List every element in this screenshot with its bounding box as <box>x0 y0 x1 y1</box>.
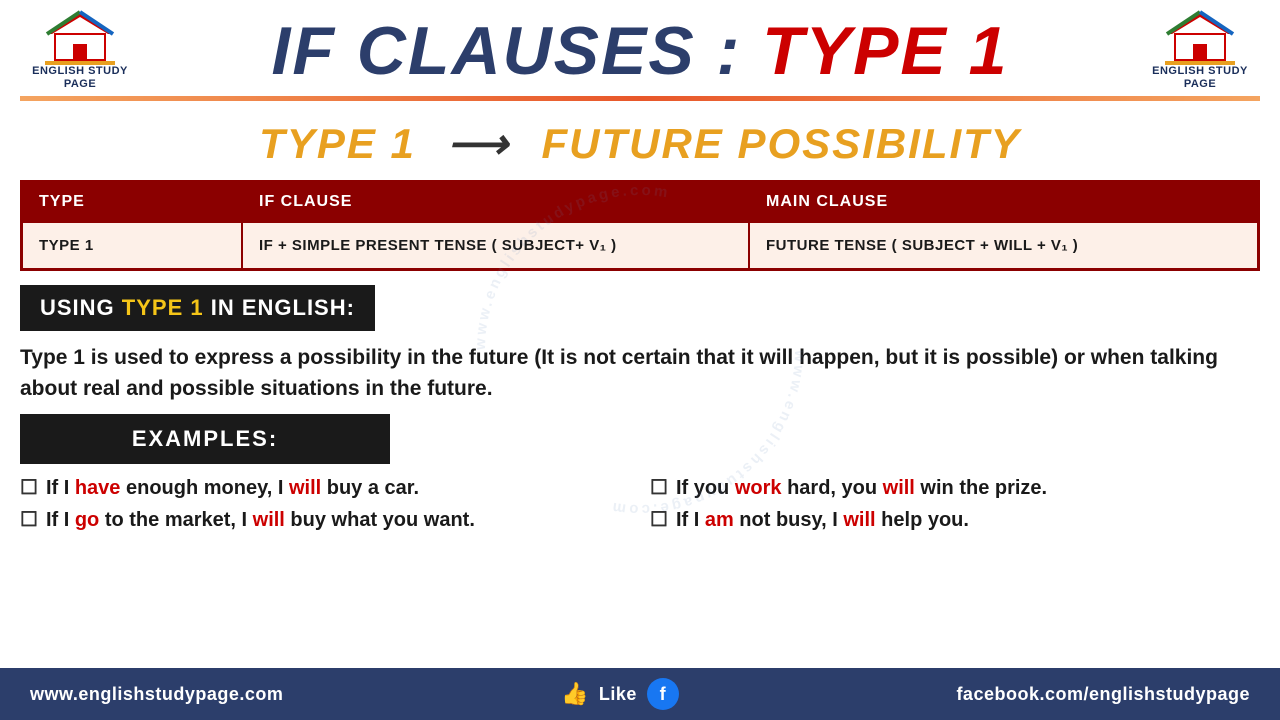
using-prefix: USING <box>40 295 122 320</box>
checkbox-1: ☐ <box>20 474 38 502</box>
using-section: USING TYPE 1 IN ENGLISH: <box>20 285 1260 331</box>
row-type: TYPE 1 <box>23 223 243 268</box>
title-type1: TYPE 1 <box>762 13 1008 89</box>
main-title: IF CLAUSES : TYPE 1 <box>140 17 1140 85</box>
examples-section: ☐ If I have enough money, I will buy a c… <box>20 474 1260 534</box>
logo-house-right <box>1165 10 1235 65</box>
logo-text-right: ENGLISH STUDY PAGE <box>1152 65 1248 91</box>
example-4-text: If I am not busy, I will help you. <box>676 506 969 534</box>
example-3-text: If I go to the market, I will buy what y… <box>46 506 475 534</box>
title-part1: IF CLAUSES : <box>271 13 762 89</box>
using-suffix: IN ENGLISH: <box>204 295 355 320</box>
using-type1: TYPE 1 <box>122 295 204 320</box>
col-if-clause: IF CLAUSE <box>243 183 750 221</box>
ex4-verb: am <box>705 509 734 531</box>
row-if-clause: IF + SIMPLE PRESENT TENSE ( SUBJECT+ V₁ … <box>243 223 750 268</box>
checkbox-3: ☐ <box>20 506 38 534</box>
ex3-will: will <box>253 509 285 531</box>
subtitle-arrow: ⟶ <box>448 120 524 167</box>
description-text: Type 1 is used to express a possibility … <box>20 343 1260 404</box>
logo-right: ENGLISH STUDY PAGE <box>1140 10 1260 91</box>
example-4: ☐ If I am not busy, I will help you. <box>650 506 1260 534</box>
col-type: TYPE <box>23 183 243 221</box>
example-3: ☐ If I go to the market, I will buy what… <box>20 506 630 534</box>
ex2-will: will <box>883 477 915 499</box>
like-section: 👍 Like f <box>561 678 679 710</box>
footer: www.englishstudypage.com 👍 Like f facebo… <box>0 668 1280 720</box>
footer-facebook: facebook.com/englishstudypage <box>956 684 1250 705</box>
thumbs-up-icon: 👍 <box>561 681 589 707</box>
ex1-will: will <box>289 477 321 499</box>
logo-text-left: ENGLISH STUDY PAGE <box>32 65 128 91</box>
ex4-will: will <box>843 509 875 531</box>
ex3-verb: go <box>75 509 99 531</box>
checkbox-2: ☐ <box>650 474 668 502</box>
col-main-clause: MAIN CLAUSE <box>750 183 1257 221</box>
ex2-verb: work <box>735 477 782 499</box>
logo-house-left <box>45 10 115 65</box>
row-main-clause: FUTURE TENSE ( SUBJECT + WILL + V₁ ) <box>750 223 1257 268</box>
like-label: Like <box>599 684 637 705</box>
example-2: ☐ If you work hard, you will win the pri… <box>650 474 1260 502</box>
grammar-table: TYPE IF CLAUSE MAIN CLAUSE TYPE 1 IF + S… <box>20 180 1260 271</box>
table-header-row: TYPE IF CLAUSE MAIN CLAUSE <box>23 183 1257 221</box>
facebook-icon: f <box>647 678 679 710</box>
subtitle-future: FUTURE POSSIBILITY <box>541 120 1020 167</box>
examples-label: EXAMPLES: <box>20 414 390 464</box>
ex1-verb: have <box>75 477 121 499</box>
table-data-row: TYPE 1 IF + SIMPLE PRESENT TENSE ( SUBJE… <box>23 221 1257 268</box>
example-1-text: If I have enough money, I will buy a car… <box>46 474 419 502</box>
using-box: USING TYPE 1 IN ENGLISH: <box>20 285 375 331</box>
example-2-text: If you work hard, you will win the prize… <box>676 474 1047 502</box>
checkbox-4: ☐ <box>650 506 668 534</box>
example-1: ☐ If I have enough money, I will buy a c… <box>20 474 630 502</box>
footer-website: www.englishstudypage.com <box>30 684 283 705</box>
logo-left: ENGLISH STUDY PAGE <box>20 10 140 91</box>
subtitle-type1: TYPE 1 <box>259 120 416 167</box>
subtitle-bar: TYPE 1 ⟶ FUTURE POSSIBILITY <box>0 101 1280 180</box>
header: ENGLISH STUDY PAGE IF CLAUSES : TYPE 1 E… <box>0 0 1280 96</box>
